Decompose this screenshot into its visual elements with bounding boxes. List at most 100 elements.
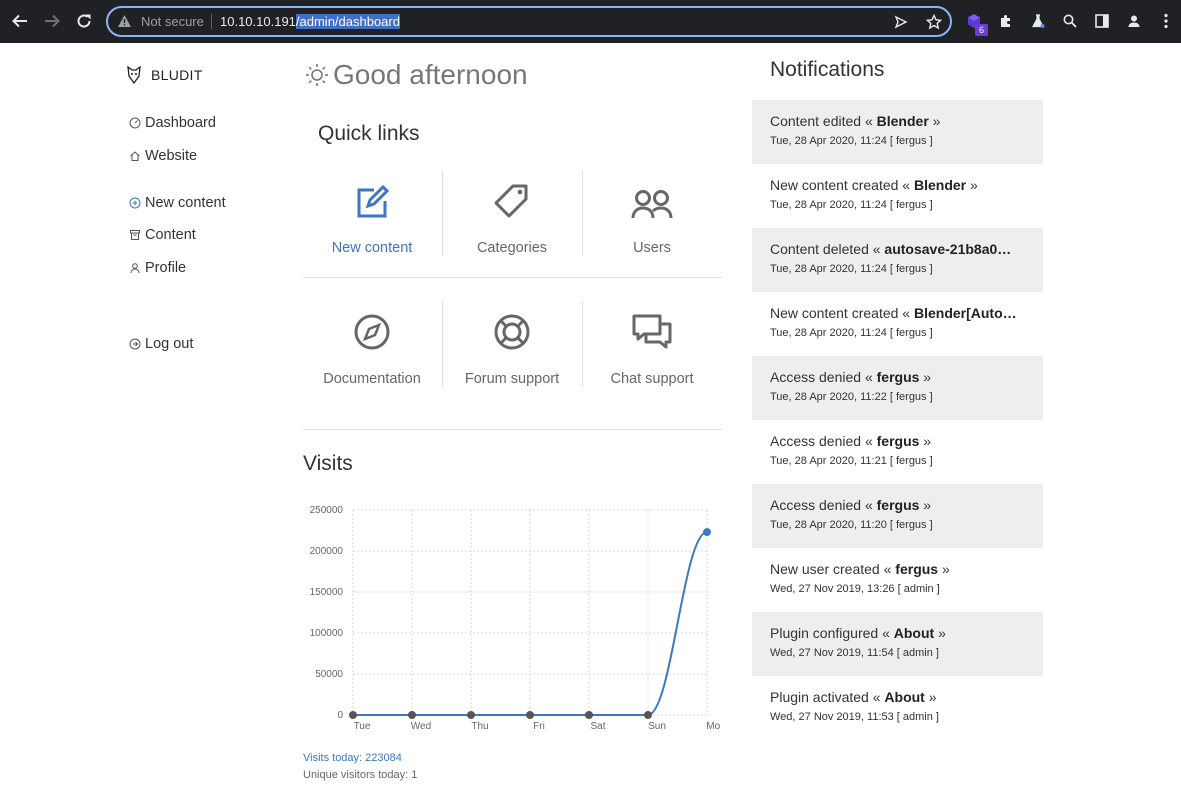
notification-date: Wed, 27 Nov 2019, 11:53 [ admin ] xyxy=(770,711,939,723)
kebab-menu-icon[interactable] xyxy=(1156,11,1176,31)
sidebar-item-label: Content xyxy=(145,227,196,243)
sidebar-item-website[interactable]: Website xyxy=(129,148,197,164)
divider xyxy=(303,429,722,430)
notification-item: Access denied « fergus » Tue, 28 Apr 2020… xyxy=(752,356,1043,420)
sidebar-item-new-content[interactable]: New content xyxy=(129,195,226,211)
notification-suffix: » xyxy=(919,433,932,449)
quick-link-new-content[interactable]: New content xyxy=(302,170,442,256)
visits-today: Visits today: 223084 xyxy=(303,752,402,764)
unique-visitors: Unique visitors today: 1 xyxy=(303,769,418,781)
sidebar-item-label: Profile xyxy=(145,260,187,276)
notification-message: Content deleted « autosave-21b8a0… xyxy=(770,240,1025,258)
bookmark-star-icon[interactable] xyxy=(925,13,943,31)
browser-toolbar: Not secure 10.10.10.191/admin/dashboard … xyxy=(0,0,1181,43)
notification-date: Tue, 28 Apr 2020, 11:24 [ fergus ] xyxy=(770,199,933,211)
users-icon xyxy=(631,190,673,219)
quick-link-users[interactable]: Users xyxy=(582,170,722,256)
quick-links-title: Quick links xyxy=(318,122,420,145)
notification-prefix: New content created « xyxy=(770,305,914,321)
quick-link-label: Users xyxy=(633,240,671,256)
quick-link-chat-support[interactable]: Chat support xyxy=(582,301,722,387)
security-status[interactable]: Not secure xyxy=(141,14,204,29)
greeting-text: Good afternoon xyxy=(333,59,528,90)
sidebar: BLUDIT Dashboard Website New content Con… xyxy=(0,43,300,792)
chat-icon xyxy=(632,314,672,349)
notification-date: Tue, 28 Apr 2020, 11:20 [ fergus ] xyxy=(770,519,933,531)
data-point xyxy=(526,711,534,719)
divider xyxy=(303,277,722,278)
brand[interactable]: BLUDIT xyxy=(127,66,203,84)
quick-link-forum-support[interactable]: Forum support xyxy=(442,301,582,387)
notification-item: New content created « Blender[Auto… Tue, … xyxy=(752,292,1043,356)
notification-item: Access denied « fergus » Tue, 28 Apr 2020… xyxy=(752,484,1043,548)
notification-date: Tue, 28 Apr 2020, 11:24 [ fergus ] xyxy=(770,263,933,275)
extensions-puzzle-icon[interactable] xyxy=(996,11,1016,31)
address-bar[interactable]: Not secure 10.10.10.191/admin/dashboard xyxy=(106,6,952,37)
data-point xyxy=(408,711,416,719)
divider xyxy=(211,14,212,29)
notification-message: Plugin activated « About » xyxy=(770,688,1025,706)
data-point xyxy=(467,711,475,719)
edit-icon xyxy=(357,185,389,218)
y-tick-label: 200000 xyxy=(310,546,344,557)
quick-link-label: Documentation xyxy=(323,371,421,387)
archive-icon xyxy=(129,229,141,241)
notification-suffix: » xyxy=(919,369,932,385)
arrow-left-icon xyxy=(12,14,27,28)
greeting: Good afternoon xyxy=(305,59,528,91)
url-text[interactable]: 10.10.10.191/admin/dashboard xyxy=(220,14,400,29)
notification-subject: About xyxy=(893,625,935,641)
notification-message: New content created « Blender » xyxy=(770,176,1025,194)
sidebar-item-content[interactable]: Content xyxy=(129,227,196,243)
extension-badge: 6 xyxy=(975,24,988,36)
sidebar-item-dashboard[interactable]: Dashboard xyxy=(129,115,216,131)
user-icon xyxy=(129,262,141,274)
reload-button[interactable] xyxy=(73,10,95,32)
quick-link-categories[interactable]: Categories xyxy=(442,170,582,256)
side-panel-icon[interactable] xyxy=(1092,11,1112,31)
notification-prefix: New content created « xyxy=(770,177,914,193)
search-icon[interactable] xyxy=(1060,11,1080,31)
brand-name: BLUDIT xyxy=(151,67,203,83)
notification-suffix: » xyxy=(928,113,941,129)
notification-date: Tue, 28 Apr 2020, 11:21 [ fergus ] xyxy=(770,455,933,467)
notifications-panel: Notifications Content edited « Blender »… xyxy=(752,50,1043,740)
quick-link-documentation[interactable]: Documentation xyxy=(302,301,442,387)
logout-icon xyxy=(129,338,141,350)
notification-item: Content edited « Blender » Tue, 28 Apr 20… xyxy=(752,100,1043,164)
send-tab-icon[interactable] xyxy=(892,13,910,31)
notification-subject: autosave-21b8a0… xyxy=(884,241,1012,257)
notification-prefix: Access denied « xyxy=(770,497,877,513)
notification-message: Plugin configured « About » xyxy=(770,624,1025,642)
arrow-right-icon xyxy=(45,14,60,28)
reload-icon xyxy=(77,14,91,28)
forward-button[interactable] xyxy=(41,10,63,32)
notification-list: Content edited « Blender » Tue, 28 Apr 20… xyxy=(752,100,1043,740)
notification-prefix: Access denied « xyxy=(770,369,877,385)
notification-subject: About xyxy=(884,689,925,705)
sidebar-item-label: Dashboard xyxy=(145,115,216,131)
notification-prefix: Content edited « xyxy=(770,113,877,129)
notification-subject: Blender xyxy=(913,177,967,193)
dashboard-icon xyxy=(129,117,141,129)
lab-flask-icon[interactable] xyxy=(1028,11,1048,31)
notification-date: Wed, 27 Nov 2019, 11:54 [ admin ] xyxy=(770,647,939,659)
notification-subject: Blender[Auto… xyxy=(913,305,1017,321)
notification-suffix: » xyxy=(938,561,950,577)
visits-chart: 0 50000 100000 150000 200000 250000 Tue Wed Thu F… xyxy=(310,505,720,732)
profile-icon[interactable] xyxy=(1124,11,1144,31)
lifebuoy-icon xyxy=(494,314,530,350)
notification-item: New user created « fergus » Wed, 27 Nov 2… xyxy=(752,548,1043,612)
data-point xyxy=(585,711,593,719)
notification-date: Tue, 28 Apr 2020, 11:24 [ fergus ] xyxy=(770,135,933,147)
sidebar-item-logout[interactable]: Log out xyxy=(129,336,193,352)
notification-message: Content edited « Blender » xyxy=(770,112,1025,130)
bludit-logo-icon xyxy=(127,66,141,84)
data-point xyxy=(644,711,652,719)
back-button[interactable] xyxy=(9,10,31,32)
quick-link-label: New content xyxy=(331,240,413,256)
x-tick-label: Thu xyxy=(471,721,488,732)
y-tick-label: 150000 xyxy=(310,587,344,598)
sidebar-item-profile[interactable]: Profile xyxy=(129,260,186,276)
y-tick-label: 100000 xyxy=(310,628,344,639)
